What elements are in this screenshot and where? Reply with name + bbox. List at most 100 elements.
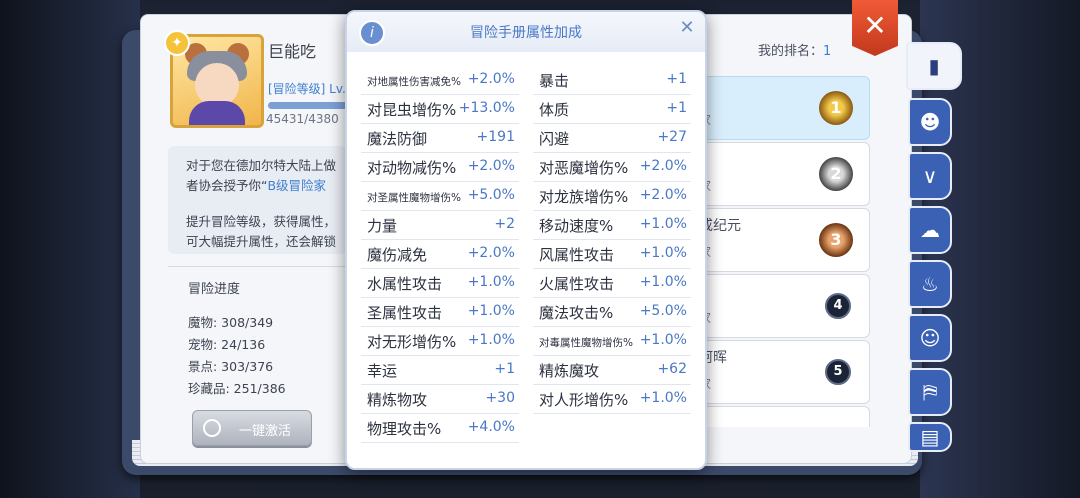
stat-cell: 对无形增伤% +1.0% bbox=[361, 327, 519, 356]
description-text: 对于您在德加尔特大陆上做 者协会授予你“B级冒险家 bbox=[186, 156, 336, 196]
stat-row: 对动物减伤% +2.0% 对恶魔增伤% +2.0% bbox=[361, 153, 691, 182]
stat-cell: 对昆虫增伤% +13.0% bbox=[361, 95, 519, 124]
background-left bbox=[0, 0, 140, 498]
my-rank-label: 我的排名： bbox=[758, 44, 824, 59]
stat-value: +30 bbox=[485, 390, 515, 406]
stat-name: 风属性攻击 bbox=[539, 246, 615, 264]
stat-value: +191 bbox=[476, 129, 515, 145]
description-line: 提升冒险等级，获得属性， bbox=[186, 214, 337, 229]
stat-row: 对昆虫增伤% +13.0% 体质 +1 bbox=[361, 95, 691, 124]
tab-food[interactable]: ♨ bbox=[908, 260, 952, 308]
progress-monsters: 魔物: 308/349 bbox=[188, 315, 274, 330]
close-button[interactable]: ✕ bbox=[852, 0, 898, 56]
stat-row: 精炼物攻 +30 对人形增伤% +1.0% bbox=[361, 385, 691, 414]
progress-scenery: 景点: 303/376 bbox=[188, 359, 274, 374]
rank-entry-6[interactable] bbox=[700, 406, 870, 427]
adventurer-rank-highlight: B级冒险家 bbox=[267, 178, 327, 193]
stat-name: 对地属性伤害减免% bbox=[367, 76, 461, 88]
progress-collectibles: 珍藏品: 251/386 bbox=[188, 381, 286, 396]
stat-cell: 对毒属性魔物增伤% +1.0% bbox=[533, 327, 691, 356]
stat-cell: 对地属性伤害减免% +2.0% bbox=[361, 66, 519, 95]
stat-name: 对毒属性魔物增伤% bbox=[539, 337, 633, 349]
player-name: 巨能吃 bbox=[268, 42, 317, 61]
stats-list[interactable]: 对地属性伤害减免% +2.0% 暴击 +1 对昆虫增伤% +13.0% 体质 +1 魔法防御 +1… bbox=[361, 52, 691, 452]
stat-value: +1 bbox=[666, 100, 687, 116]
stat-name: 对人形增伤% bbox=[539, 391, 629, 409]
stat-name: 水属性攻击 bbox=[367, 275, 443, 293]
stat-name: 对动物减伤% bbox=[367, 159, 457, 177]
stat-cell: 火属性攻击 +1.0% bbox=[533, 269, 691, 298]
description-line: 可大幅提升属性，还会解锁 bbox=[186, 234, 337, 249]
stat-row: 幸运 +1 精炼魔攻 +62 bbox=[361, 356, 691, 385]
class-badge-icon: ✦ bbox=[164, 30, 190, 56]
scenery-icon: ☁ bbox=[920, 218, 940, 242]
stat-name: 火属性攻击 bbox=[539, 275, 615, 293]
stat-cell bbox=[533, 414, 691, 442]
stat-cell: 暴击 +1 bbox=[533, 66, 691, 95]
exp-text: 45431/4380 bbox=[266, 112, 339, 126]
dialog-title: 冒险手册属性加成 bbox=[470, 25, 582, 41]
stat-value: +1.0% bbox=[467, 274, 515, 290]
stat-name: 对龙族增伤% bbox=[539, 188, 629, 206]
book-icon: ▮ bbox=[928, 54, 940, 78]
stat-value: +1.0% bbox=[467, 332, 515, 348]
stat-cell: 力量 +2 bbox=[361, 211, 519, 240]
progress-title: 冒险进度 bbox=[188, 282, 241, 297]
activate-all-button[interactable]: 一键激活 bbox=[192, 410, 312, 446]
tab-monsters[interactable]: ☻ bbox=[908, 98, 952, 146]
pet-icon: ∨ bbox=[922, 164, 938, 188]
stat-name: 对无形增伤% bbox=[367, 333, 457, 351]
rank-entry-1[interactable]: 家 1 bbox=[699, 76, 870, 140]
tab-pets[interactable]: ∨ bbox=[908, 152, 952, 200]
description-line: 者协会授予你“B级冒险家 bbox=[186, 176, 336, 196]
stat-name: 魔法攻击% bbox=[539, 304, 614, 322]
rank-entry-3[interactable]: 戒纪元 家 3 bbox=[699, 208, 870, 272]
tab-handbook[interactable]: ▮ bbox=[906, 42, 962, 90]
avatar-body bbox=[189, 101, 245, 125]
stat-name: 精炼物攻 bbox=[367, 391, 428, 409]
stat-cell: 水属性攻击 +1.0% bbox=[361, 269, 519, 298]
stat-row: 对圣属性魔物增伤% +5.0% 对龙族增伤% +2.0% bbox=[361, 182, 691, 211]
stat-value: +2.0% bbox=[639, 187, 687, 203]
stat-cell: 魔法防御 +191 bbox=[361, 124, 519, 153]
tab-map[interactable]: ⛿ bbox=[908, 368, 952, 416]
rank-medal-icon: 5 bbox=[825, 359, 851, 385]
stat-cell: 风属性攻击 +1.0% bbox=[533, 240, 691, 269]
rank-medal-icon: 4 bbox=[825, 293, 851, 319]
activate-icon bbox=[203, 419, 221, 437]
stat-cell: 魔法攻击% +5.0% bbox=[533, 298, 691, 327]
adventure-level-label: [冒险等级] Lv.5 bbox=[268, 82, 354, 96]
stat-cell: 精炼物攻 +30 bbox=[361, 385, 519, 414]
attribute-bonus-dialog: i 冒险手册属性加成 ✕ 对地属性伤害减免% +2.0% 暴击 +1 对昆虫增伤% +13… bbox=[345, 10, 707, 470]
stat-cell: 幸运 +1 bbox=[361, 356, 519, 385]
stat-row: 对地属性伤害减免% +2.0% 暴击 +1 bbox=[361, 66, 691, 95]
stat-name: 对恶魔增伤% bbox=[539, 159, 629, 177]
card-icon: ▤ bbox=[920, 425, 940, 449]
description-text-2: 提升冒险等级，获得属性， 可大幅提升属性，还会解锁 bbox=[186, 212, 336, 252]
stat-value: +1.0% bbox=[639, 245, 687, 261]
stat-name: 物理攻击% bbox=[367, 420, 442, 438]
stat-cell: 对圣属性魔物增伤% +5.0% bbox=[361, 182, 519, 211]
description-line: 对于您在德加尔特大陆上做 bbox=[186, 158, 337, 173]
stat-name: 精炼魔攻 bbox=[539, 362, 600, 380]
stat-value: +1 bbox=[666, 71, 687, 87]
rank-entry-4[interactable]: 家 4 bbox=[699, 274, 870, 338]
stat-cell: 对龙族增伤% +2.0% bbox=[533, 182, 691, 211]
rank-entry-5[interactable]: 阿晖 家 5 bbox=[699, 340, 870, 404]
stat-name: 幸运 bbox=[367, 362, 398, 380]
tab-cards[interactable]: ▤ bbox=[908, 422, 952, 452]
rank-medal-icon: 1 bbox=[819, 91, 853, 125]
tab-scenery[interactable]: ☁ bbox=[908, 206, 952, 254]
dialog-close-icon[interactable]: ✕ bbox=[677, 18, 697, 38]
stat-row: 对无形增伤% +1.0% 对毒属性魔物增伤% +1.0% bbox=[361, 327, 691, 356]
tab-headwear[interactable]: ☺ bbox=[908, 314, 952, 362]
stat-value: +1 bbox=[494, 361, 515, 377]
rank-entry-2[interactable]: 家 2 bbox=[699, 142, 870, 206]
stat-value: +2 bbox=[494, 216, 515, 232]
stat-row: 圣属性攻击 +1.0% 魔法攻击% +5.0% bbox=[361, 298, 691, 327]
stat-value: +1.0% bbox=[639, 332, 687, 348]
divider bbox=[168, 266, 346, 267]
stat-value: +1.0% bbox=[639, 216, 687, 232]
stat-cell: 闪避 +27 bbox=[533, 124, 691, 153]
stat-name: 魔法防御 bbox=[367, 130, 428, 148]
